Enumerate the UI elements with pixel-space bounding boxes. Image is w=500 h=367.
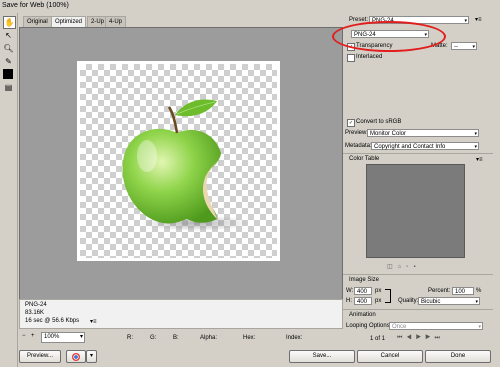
readout-g: G: bbox=[150, 335, 157, 341]
height-unit: px bbox=[375, 298, 382, 304]
preview-canvas[interactable] bbox=[19, 27, 343, 300]
snap-color-icon[interactable]: ◫ bbox=[387, 264, 398, 270]
readout-b: B: bbox=[173, 335, 179, 341]
zoom-out-icon[interactable]: − bbox=[22, 333, 26, 339]
info-download-time: 16 sec @ 56.6 Kbps bbox=[25, 318, 80, 324]
readout-index: Index: bbox=[286, 335, 303, 341]
preview-select[interactable]: Monitor Color ▾ bbox=[367, 129, 479, 137]
window-title: Save for Web (100%) bbox=[2, 2, 69, 9]
delete-color-icon[interactable]: ▪ bbox=[413, 264, 420, 270]
readout-r: R: bbox=[127, 335, 133, 341]
play-icon[interactable]: ▶ bbox=[416, 335, 425, 341]
zoom-in-icon[interactable]: + bbox=[31, 333, 35, 339]
hand-tool-icon[interactable]: ✋ bbox=[3, 16, 16, 29]
info-menu-icon[interactable]: ▾≡ bbox=[90, 318, 97, 325]
divider bbox=[343, 274, 493, 275]
looping-options-label: Looping Options: bbox=[346, 323, 392, 329]
browser-menu-icon[interactable]: ▾ bbox=[86, 350, 97, 363]
color-table-tools: ◫⌂▫▪ bbox=[387, 263, 457, 271]
optimize-menu-icon[interactable]: ▾≡ bbox=[475, 16, 482, 23]
info-format: PNG-24 bbox=[25, 302, 47, 308]
highlight-annotation-oval bbox=[332, 21, 446, 52]
lock-color-icon[interactable]: ⌂ bbox=[398, 264, 407, 270]
animation-controls: ⏮◀▶▶⏭ bbox=[397, 335, 444, 342]
toggle-slices-icon[interactable]: ▤ bbox=[3, 82, 14, 93]
green-apple-image bbox=[122, 99, 250, 231]
view-tabs: Original Optimized 2-Up 4-Up bbox=[19, 16, 341, 27]
convert-srgb-label: Convert to sRGB bbox=[356, 119, 402, 125]
interlaced-checkbox[interactable] bbox=[347, 54, 355, 62]
eyedropper-tool-icon[interactable]: ✎ bbox=[3, 56, 14, 67]
image-info-panel: PNG-24 83.16K 16 sec @ 56.6 Kbps ▾≡ bbox=[19, 299, 343, 329]
color-table-grid[interactable] bbox=[366, 164, 465, 258]
percent-label: Percent: bbox=[428, 288, 451, 294]
width-unit: px bbox=[375, 288, 382, 294]
percent-input[interactable]: 100 bbox=[452, 287, 474, 295]
zoom-tool-icon[interactable]: 🔍︎ bbox=[3, 43, 14, 54]
image-size-label: Image Size bbox=[349, 277, 380, 283]
matte-select[interactable]: -- ▾ bbox=[451, 42, 477, 50]
color-table-menu-icon[interactable]: ▾≡ bbox=[476, 156, 483, 163]
height-label: H: bbox=[346, 298, 352, 304]
prev-frame-icon[interactable]: ◀ bbox=[406, 335, 415, 341]
status-bar: − + 100% ▾ R: G: B: Alpha: Hex: Index: bbox=[19, 332, 341, 344]
tab-optimized[interactable]: Optimized bbox=[51, 16, 87, 27]
divider bbox=[343, 153, 493, 154]
constrain-proportions-link-icon[interactable] bbox=[385, 289, 391, 303]
width-label: W: bbox=[346, 288, 354, 294]
interlaced-label: Interlaced bbox=[356, 54, 383, 60]
height-input[interactable]: 400 bbox=[354, 297, 372, 305]
color-table-label: Color Table bbox=[349, 156, 380, 162]
browser-icon[interactable] bbox=[66, 350, 86, 363]
last-frame-icon[interactable]: ⏭ bbox=[434, 335, 443, 341]
frame-counter: 1 of 1 bbox=[370, 336, 386, 342]
first-frame-icon[interactable]: ⏮ bbox=[397, 335, 406, 341]
tool-strip: ✋ ↖ 🔍︎ ✎ ▤ bbox=[0, 13, 18, 367]
quality-label: Quality: bbox=[398, 298, 419, 304]
looping-options-select[interactable]: Once ▾ bbox=[389, 322, 483, 330]
convert-srgb-checkbox[interactable]: ✓ bbox=[347, 119, 355, 127]
quality-select[interactable]: Bicubic ▾ bbox=[418, 297, 480, 305]
preview-button[interactable]: Preview... bbox=[19, 350, 61, 363]
preview-label: Preview: bbox=[345, 130, 369, 136]
width-input[interactable]: 400 bbox=[354, 287, 372, 295]
divider bbox=[343, 309, 493, 310]
readout-hex: Hex: bbox=[243, 335, 256, 341]
eyedropper-color-swatch[interactable] bbox=[3, 69, 13, 79]
slice-select-tool-icon[interactable]: ↖ bbox=[3, 30, 14, 41]
metadata-label: Metadata: bbox=[345, 143, 372, 149]
animation-label: Animation bbox=[349, 312, 376, 318]
metadata-select[interactable]: Copyright and Contact Info ▾ bbox=[371, 142, 479, 150]
tab-4-up[interactable]: 4-Up bbox=[105, 16, 127, 27]
zoom-level-select[interactable]: 100% ▾ bbox=[41, 332, 85, 343]
image-document bbox=[77, 61, 280, 261]
title-bar: Save for Web (100%) bbox=[0, 0, 500, 13]
tab-original[interactable]: Original bbox=[23, 16, 52, 27]
info-file-size: 83.16K bbox=[25, 310, 45, 316]
percent-unit: % bbox=[476, 288, 482, 294]
readout-alpha: Alpha: bbox=[200, 335, 218, 341]
